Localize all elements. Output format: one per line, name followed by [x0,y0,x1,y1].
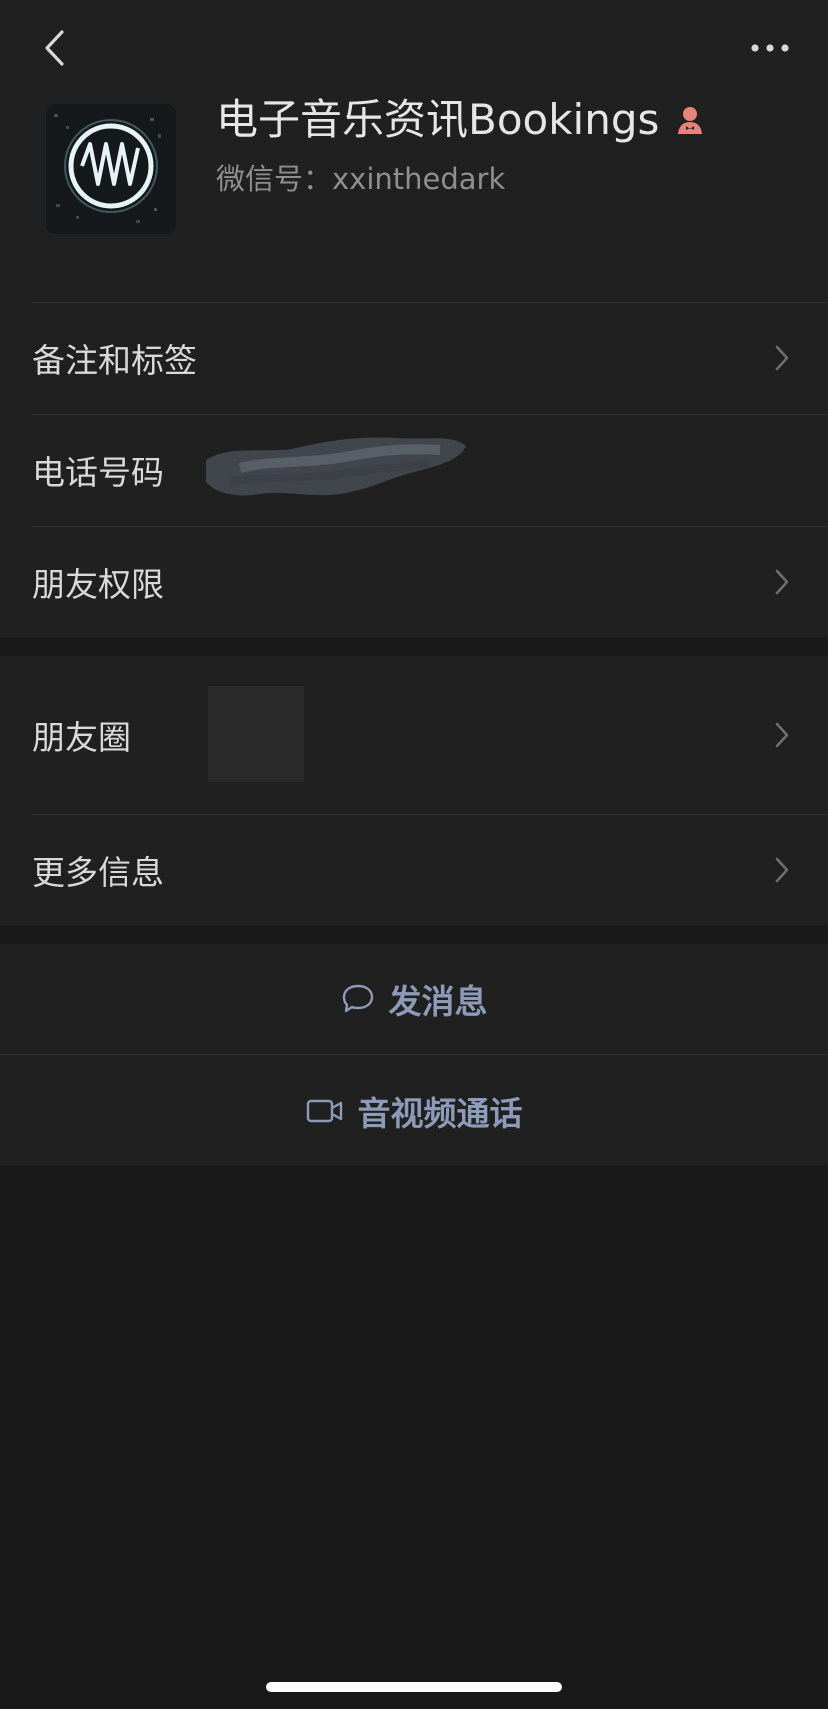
row-more-info[interactable]: 更多信息 [0,814,828,926]
contact-profile-page: 电子音乐资讯Bookings 微信号：xxinthedark 备注和标签 电话号… [0,0,828,1709]
wechat-id: 微信号：xxinthedark [216,162,506,196]
chevron-right-icon [772,719,792,751]
row-label: 电话号码 [32,453,164,492]
chevron-right-icon [772,854,792,886]
video-camera-icon [306,1098,344,1124]
more-dots-icon [751,44,789,52]
row-remarks-tags[interactable]: 备注和标签 [0,302,828,414]
chevron-right-icon [772,566,792,598]
avatar-logo-icon [46,104,176,234]
send-message-button[interactable]: 发消息 [0,944,828,1054]
row-label: 朋友权限 [32,565,164,604]
moments-thumbnail[interactable] [208,686,304,782]
chevron-right-icon [772,342,792,374]
video-call-label: 音视频通话 [357,1094,523,1133]
row-label: 更多信息 [32,853,164,892]
video-call-button[interactable]: 音视频通话 [0,1056,828,1166]
profile-header: 电子音乐资讯Bookings 微信号：xxinthedark [0,0,828,302]
more-button[interactable] [742,30,798,66]
settings-group-2: 朋友圈 更多信息 [0,656,828,926]
avatar[interactable] [46,104,176,234]
chevron-left-icon [45,30,64,66]
female-gender-icon [675,105,705,135]
send-message-label: 发消息 [388,982,488,1021]
divider [0,1054,828,1055]
chat-bubble-icon [341,983,375,1015]
redacted-phone-smudge [206,437,466,496]
row-label: 朋友圈 [32,718,131,757]
back-button[interactable] [34,26,74,70]
row-label: 备注和标签 [32,341,197,380]
profile-name: 电子音乐资讯Bookings [216,92,705,148]
profile-name-text: 电子音乐资讯Bookings [216,95,660,144]
row-moments[interactable]: 朋友圈 [0,656,828,814]
row-friend-permissions[interactable]: 朋友权限 [0,526,828,638]
home-indicator[interactable] [266,1682,562,1692]
action-group: 发消息 音视频通话 [0,944,828,1166]
